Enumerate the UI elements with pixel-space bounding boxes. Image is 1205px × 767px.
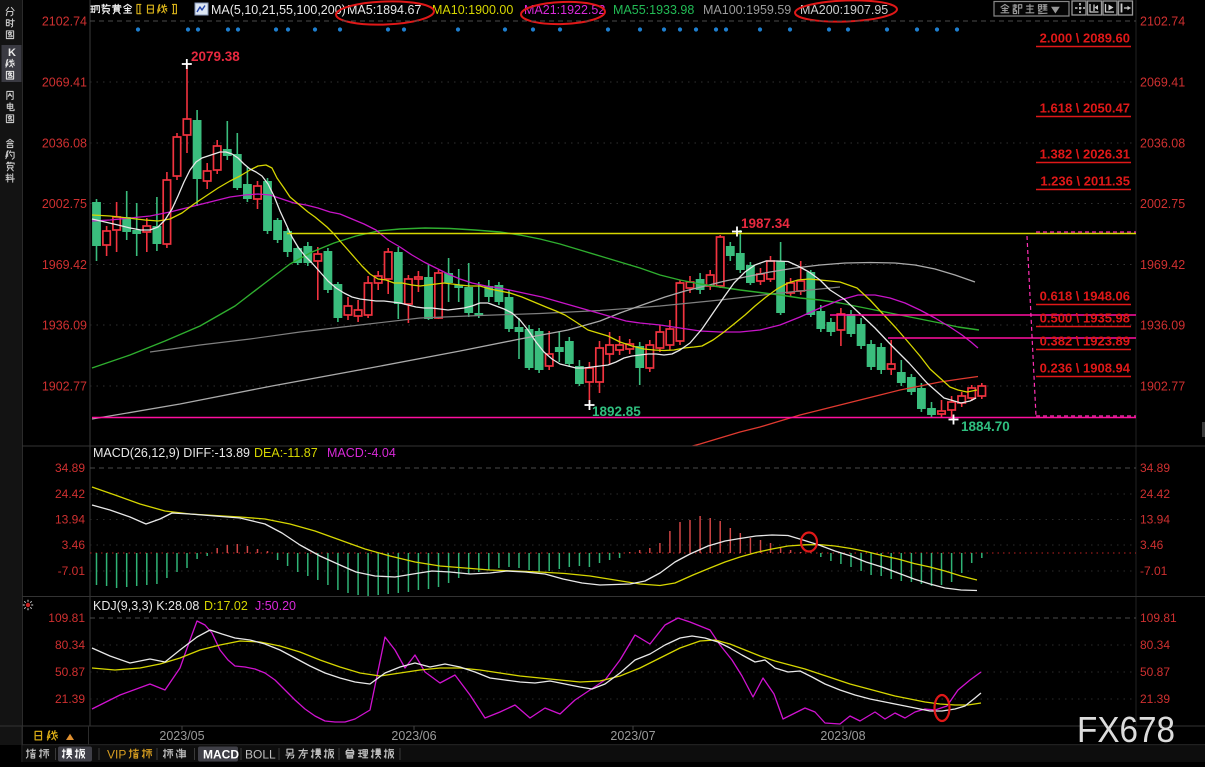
svg-text:1969.42: 1969.42	[42, 258, 87, 272]
svg-text:1936.09: 1936.09	[1140, 319, 1185, 333]
svg-text:80.34: 80.34	[55, 638, 85, 652]
svg-text:MACD:-4.04: MACD:-4.04	[327, 446, 396, 460]
svg-text:109.81: 109.81	[1140, 611, 1177, 625]
svg-text:J:50.20: J:50.20	[255, 599, 296, 613]
svg-text:0.618 \ 1948.06: 0.618 \ 1948.06	[1040, 289, 1130, 304]
svg-text:50.87: 50.87	[55, 665, 85, 679]
svg-text:109.81: 109.81	[48, 611, 85, 625]
svg-text:KDJ(9,3,3) K:28.08: KDJ(9,3,3) K:28.08	[93, 599, 199, 613]
svg-text:1.382 \ 2026.31: 1.382 \ 2026.31	[1040, 147, 1130, 162]
svg-text:VIP: VIP	[107, 748, 126, 762]
svg-text:2069.41: 2069.41	[42, 76, 87, 90]
svg-text:2002.75: 2002.75	[1140, 197, 1185, 211]
svg-text:34.89: 34.89	[55, 461, 85, 475]
svg-text:2036.08: 2036.08	[1140, 137, 1185, 151]
svg-text:2023/05: 2023/05	[159, 729, 204, 743]
svg-text:2.000 \ 2089.60: 2.000 \ 2089.60	[1040, 31, 1130, 46]
svg-text:MACD: MACD	[203, 748, 239, 762]
svg-text:2023/08: 2023/08	[820, 729, 865, 743]
svg-text:13.94: 13.94	[55, 513, 85, 527]
svg-text:2023/06: 2023/06	[391, 729, 436, 743]
svg-text:D:17.02: D:17.02	[204, 599, 248, 613]
svg-text:2036.08: 2036.08	[42, 137, 87, 151]
svg-text:3.46: 3.46	[62, 538, 86, 552]
svg-text:2079.38: 2079.38	[191, 49, 240, 64]
svg-text:2069.41: 2069.41	[1140, 76, 1185, 90]
svg-text:13.94: 13.94	[1140, 513, 1170, 527]
svg-text:MA10:1900.00: MA10:1900.00	[432, 3, 513, 17]
svg-text:FX678: FX678	[1077, 709, 1175, 750]
svg-text:1892.85: 1892.85	[592, 404, 641, 419]
svg-text:BOLL: BOLL	[245, 748, 276, 762]
svg-text:1987.34: 1987.34	[741, 216, 790, 231]
svg-text:34.89: 34.89	[1140, 461, 1170, 475]
svg-text:3.46: 3.46	[1140, 538, 1164, 552]
svg-text:24.42: 24.42	[1140, 487, 1170, 501]
svg-text:MA200:1907.95: MA200:1907.95	[800, 3, 888, 17]
svg-text:21.39: 21.39	[1140, 692, 1170, 706]
svg-text:-7.01: -7.01	[1140, 564, 1168, 578]
svg-text:50.87: 50.87	[1140, 665, 1170, 679]
svg-text:1936.09: 1936.09	[42, 319, 87, 333]
svg-text:2102.74: 2102.74	[42, 15, 87, 29]
svg-text:2023/07: 2023/07	[610, 729, 655, 743]
svg-text:MACD(26,12,9) DIFF:-13.89: MACD(26,12,9) DIFF:-13.89	[93, 446, 250, 460]
svg-text:MA55:1933.98: MA55:1933.98	[613, 3, 694, 17]
svg-text:0.500 \ 1935.98: 0.500 \ 1935.98	[1040, 311, 1130, 326]
svg-text:1902.77: 1902.77	[42, 380, 87, 394]
svg-text:-7.01: -7.01	[58, 564, 86, 578]
svg-text:DEA:-11.87: DEA:-11.87	[254, 446, 318, 460]
svg-text:2002.75: 2002.75	[42, 197, 87, 211]
svg-text:0.382 \ 1923.89: 0.382 \ 1923.89	[1040, 334, 1130, 349]
svg-text:0.236 \ 1908.94: 0.236 \ 1908.94	[1040, 361, 1131, 376]
svg-text:MA100:1959.59: MA100:1959.59	[703, 3, 791, 17]
svg-text:1884.70: 1884.70	[961, 419, 1010, 434]
svg-text:1.236 \ 2011.35: 1.236 \ 2011.35	[1040, 174, 1130, 189]
svg-text:1969.42: 1969.42	[1140, 258, 1185, 272]
svg-text:1.618 \ 2050.47: 1.618 \ 2050.47	[1040, 101, 1130, 116]
svg-text:2102.74: 2102.74	[1140, 15, 1185, 29]
svg-text:24.42: 24.42	[55, 487, 85, 501]
svg-text:21.39: 21.39	[55, 692, 85, 706]
svg-text:1902.77: 1902.77	[1140, 380, 1185, 394]
svg-text:MA(5,10,21,55,100,200): MA(5,10,21,55,100,200)	[211, 3, 346, 17]
svg-text:K: K	[8, 47, 16, 59]
svg-text:80.34: 80.34	[1140, 638, 1170, 652]
